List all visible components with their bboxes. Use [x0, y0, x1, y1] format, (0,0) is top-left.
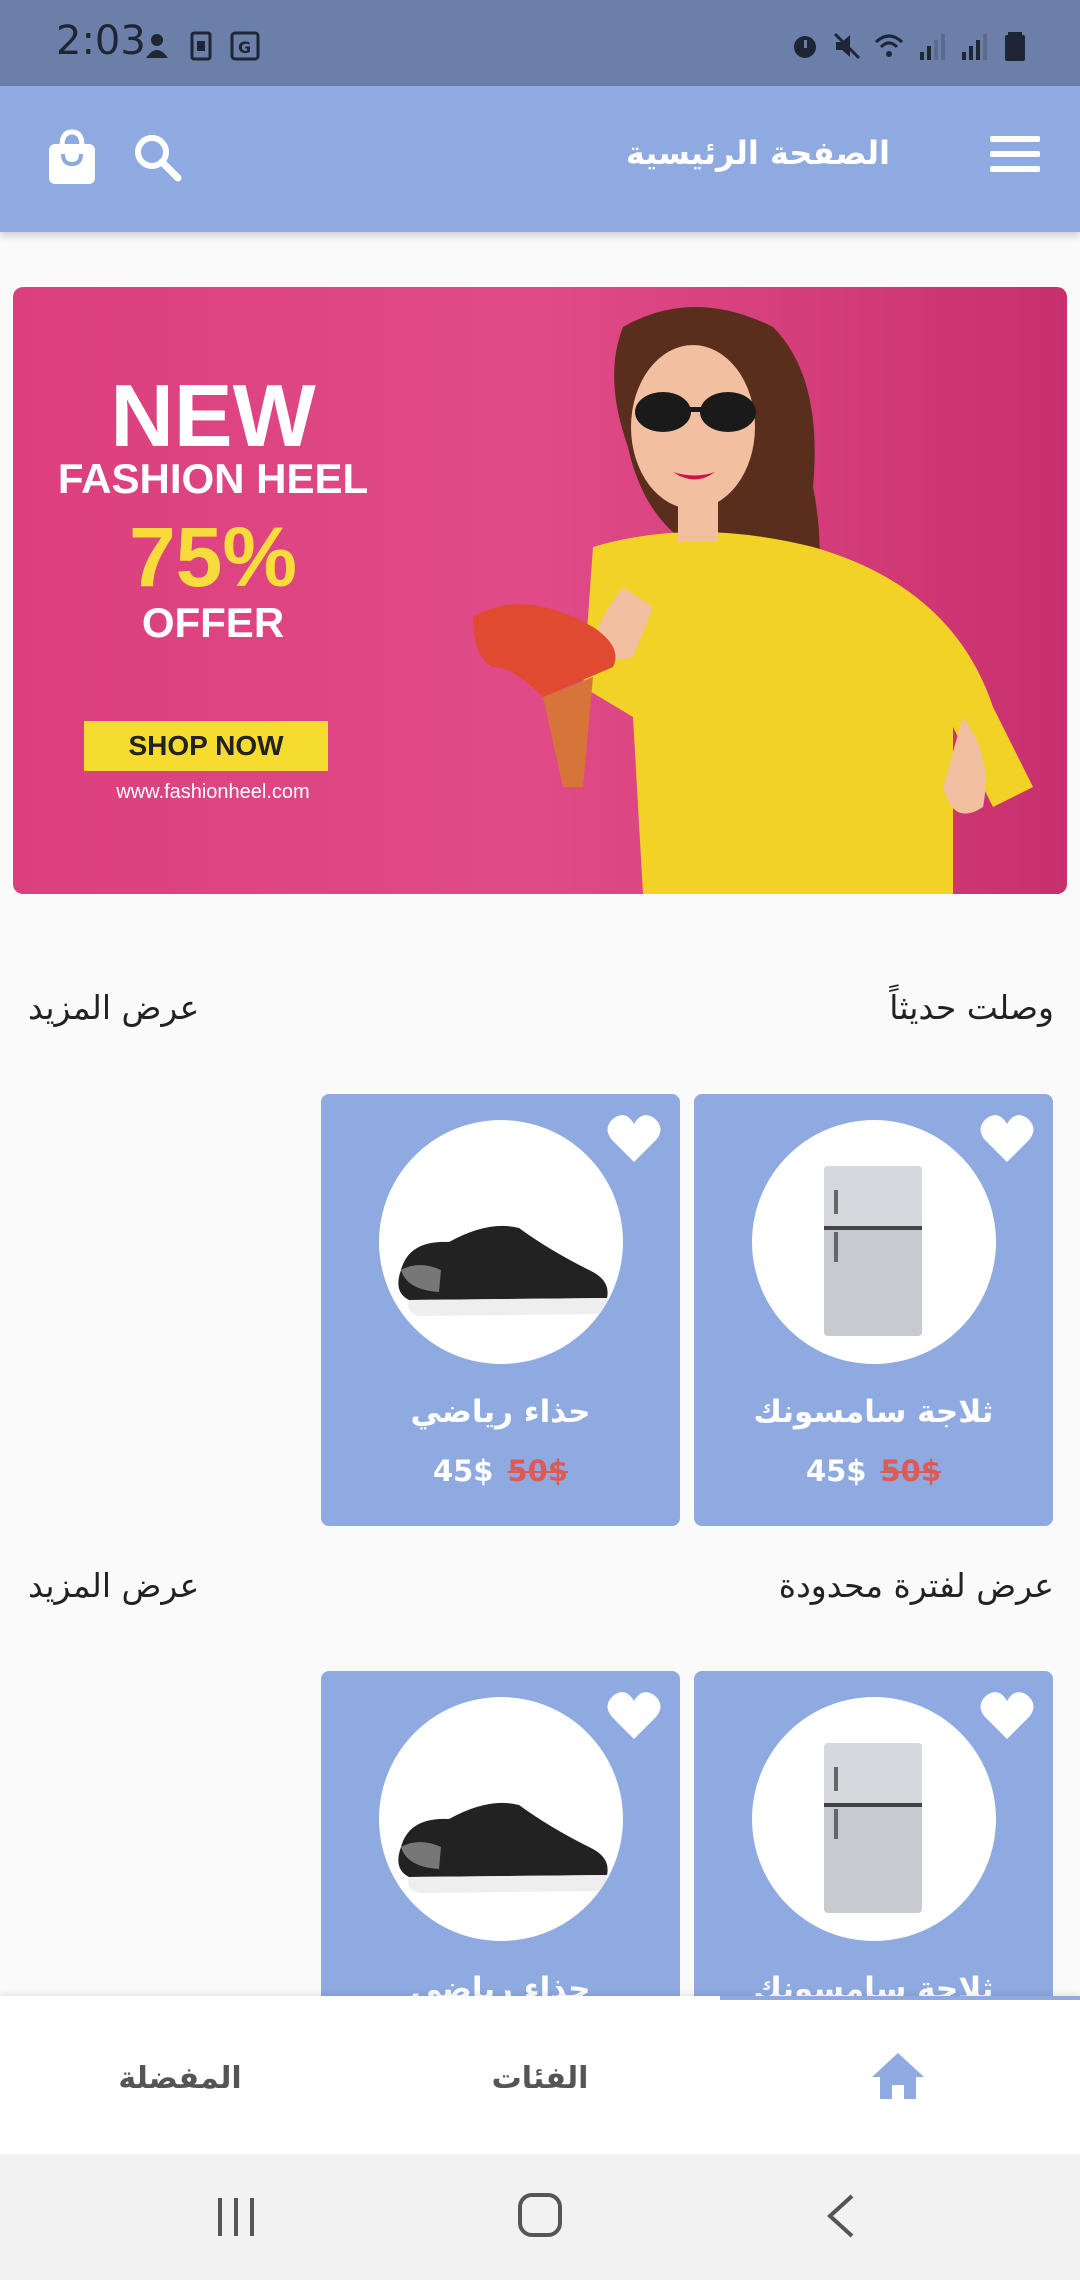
product-name: حذاء رياضي	[410, 1394, 591, 1430]
view-more-link[interactable]: عرض المزيد	[28, 1566, 199, 1605]
favorite-heart-icon[interactable]	[606, 1112, 662, 1164]
banner-offer: OFFER	[141, 599, 285, 646]
search-icon	[135, 135, 182, 182]
nav-label-categories: الفئات	[491, 2061, 589, 2096]
sim-icon	[190, 31, 212, 61]
product-image	[379, 1697, 623, 1941]
section-title: عرض لفترة محدودة	[778, 1566, 1054, 1605]
view-more-link[interactable]: عرض المزيد	[28, 988, 199, 1027]
favorite-heart-icon[interactable]	[979, 1689, 1035, 1741]
wifi-icon	[874, 34, 904, 57]
favorite-heart-icon[interactable]	[606, 1689, 662, 1741]
signal-icon-2	[962, 34, 987, 60]
fridge-image	[824, 1743, 922, 1913]
page-title: الصفحة الرئيسية	[625, 134, 890, 172]
cart-button[interactable]	[44, 128, 100, 186]
back-icon[interactable]	[826, 2194, 856, 2238]
home-system-icon[interactable]	[517, 2192, 563, 2238]
banner-url: www.fashionheel.com	[116, 781, 310, 803]
product-image	[752, 1120, 996, 1364]
banner-subheadline: FASHION HEEL	[57, 455, 369, 502]
product-card[interactable]: ثلاجة سامسونك 45$ 50$	[694, 1094, 1053, 1526]
system-navigation-bar	[0, 2154, 1080, 2280]
product-prices: 45$ 50$	[321, 1454, 680, 1488]
section-title: وصلت حديثاً	[889, 988, 1054, 1027]
app-bar: الصفحة الرئيسية	[0, 86, 1080, 232]
status-bar: 2:03 G	[0, 0, 1080, 86]
battery-icon	[1005, 32, 1025, 61]
favorite-heart-icon[interactable]	[979, 1112, 1035, 1164]
product-image	[752, 1697, 996, 1941]
search-button[interactable]	[132, 132, 184, 184]
nav-tab-favorites[interactable]: المفضلة	[0, 1996, 360, 2154]
bottom-navigation: الفئات المفضلة	[0, 1996, 1080, 2154]
recent-apps-icon[interactable]	[214, 2196, 260, 2238]
nav-label-favorites: المفضلة	[118, 2061, 242, 2096]
shopping-bag-icon	[49, 129, 95, 184]
translate-icon: G	[230, 31, 260, 61]
section-header-new-arrivals: وصلت حديثاً عرض المزيد	[0, 988, 1080, 1038]
product-price: 45$	[432, 1454, 494, 1488]
banner-text: NEW FASHION HEEL 75% OFFER SHOP NOW www.…	[13, 287, 413, 894]
signal-icon-1	[920, 34, 945, 60]
menu-button[interactable]	[990, 136, 1040, 176]
status-time: 2:03	[56, 18, 146, 64]
fashion-model-image	[473, 307, 1033, 894]
product-name: ثلاجة سامسونك	[753, 1394, 994, 1430]
product-prices: 45$ 50$	[694, 1454, 1053, 1488]
mute-icon	[833, 32, 861, 60]
menu-icon	[990, 136, 1040, 142]
sneaker-image	[398, 1802, 608, 1893]
product-price: 45$	[805, 1454, 867, 1488]
product-image	[379, 1120, 623, 1364]
sneaker-image	[398, 1225, 608, 1316]
notification-icon	[146, 34, 168, 58]
fridge-image	[824, 1166, 922, 1336]
product-old-price: 50$	[507, 1454, 569, 1488]
svg-text:G: G	[238, 38, 251, 57]
status-notification-icons: G	[142, 30, 260, 62]
status-system-icons	[790, 30, 1030, 62]
banner-discount: 75%	[128, 510, 298, 604]
home-icon	[872, 2053, 924, 2099]
banner-headline: NEW	[110, 366, 316, 465]
product-card[interactable]: حذاء رياضي 45$ 50$	[321, 1094, 680, 1526]
shop-now-button[interactable]: SHOP NOW	[84, 721, 328, 771]
section-header-limited-offer: عرض لفترة محدودة عرض المزيد	[0, 1566, 1080, 1616]
nav-tab-categories[interactable]: الفئات	[360, 1996, 720, 2154]
nav-tab-home[interactable]	[720, 1996, 1080, 2154]
alarm-icon	[794, 36, 816, 58]
product-old-price: 50$	[880, 1454, 942, 1488]
promo-banner[interactable]: NEW FASHION HEEL 75% OFFER SHOP NOW www.…	[13, 287, 1067, 894]
